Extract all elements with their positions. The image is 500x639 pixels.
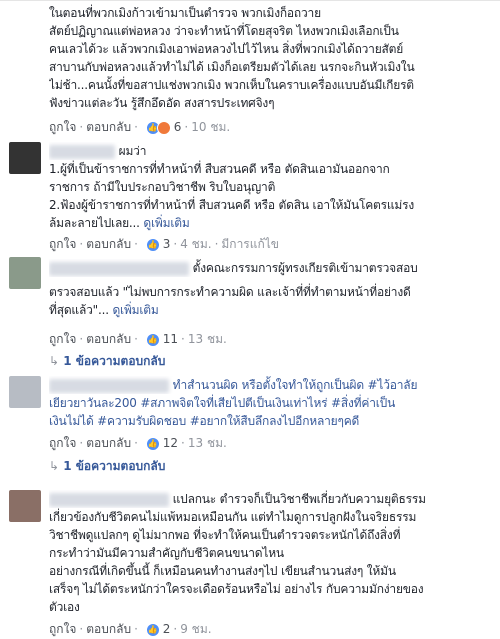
timestamp[interactable]: 10 ชม. xyxy=(191,120,230,134)
comment-line: 1.ผู้ที่เป็นข้าราชการที่ทำหน้าที่ สืบสวน… xyxy=(49,162,390,176)
timestamp[interactable]: 13 ชม. xyxy=(188,436,227,450)
comment-line: เกี่ยวข้องกับชีวิตคนไม่แพ้หมอเหมือนกัน แ… xyxy=(49,510,417,524)
comment-text: ตั้งคณะกรรมการผู้ทรงเกียรติเข้ามาตรวจสอบ… xyxy=(49,259,494,319)
comment-line: คนเลวได้วะ แล้วพวกเมิงเอาพ่อหลวงไปไว้ไหน… xyxy=(49,42,404,56)
reactions[interactable]: 👍 xyxy=(145,120,171,135)
reply-link[interactable]: ตอบกลับ xyxy=(86,332,131,346)
timestamp[interactable]: 9 ชม. xyxy=(180,622,211,636)
like-reaction-icon: 👍 xyxy=(145,237,160,252)
reaction-count: 6 xyxy=(173,120,182,134)
like-reaction-icon: 👍 xyxy=(145,332,160,347)
comment-line: อย่างกรณีที่เกิดขึ้นนี้ ก็เหมือนคนทำงานส… xyxy=(49,564,396,578)
reaction-count: 3 xyxy=(162,237,171,251)
comment-line: ล้มละลายไปเลย... xyxy=(49,216,140,230)
timestamp[interactable]: 4 ชม. xyxy=(180,237,211,251)
comment-line: 2.ฟ้องผู้ข้าราชการที่ทำหน้าที่ สืบสวนคดี… xyxy=(49,198,415,212)
commenter-name[interactable] xyxy=(49,378,169,393)
comment-line: กระทำว่ามันมีความสำคัญกับชีวิตคนขนาดไหน xyxy=(49,546,284,560)
comment-line: เยียวยาวันละ200 #สภาพจิตใจที่เสียไปตีเป็… xyxy=(49,396,396,410)
comment-actions: ถูกใจ · ตอบกลับ · 👍 3 · 4 ชม. · มีการแก้ไข xyxy=(49,237,279,252)
comment-actions: ถูกใจ · ตอบกลับ · 👍 11 · 13 ชม. xyxy=(49,332,227,347)
comment-first-line: ผมว่า xyxy=(118,144,147,158)
reaction-count: 12 xyxy=(162,436,179,450)
reply-link[interactable]: ตอบกลับ xyxy=(86,120,131,134)
avatar[interactable] xyxy=(9,257,41,289)
comment-line: ตัวเอง xyxy=(49,600,80,614)
reply-link[interactable]: ตอบกลับ xyxy=(86,622,131,636)
like-link[interactable]: ถูกใจ xyxy=(49,436,76,450)
comment-text: ทำสำนวนผิด หรือตั้งใจทำให้ถูกเป็นผิด #ไว… xyxy=(49,376,494,430)
see-more-link[interactable]: ดูเพิ่มเติม xyxy=(143,216,189,230)
comment-line: สาบานกับพ่อหลวงแล้วทำไม่ได้ เมิงก็อเตรีย… xyxy=(49,60,415,74)
comment-line: ไม่ช้า...คนนั้งที่ขอสาปแช่งพวกเมิง พวกเห… xyxy=(49,78,414,92)
reaction-count: 11 xyxy=(162,332,179,346)
like-reaction-icon: 👍 xyxy=(145,622,160,637)
edited-label[interactable]: มีการแก้ไข xyxy=(221,237,279,251)
comment-line: ตรวจสอบแล้ว "ไม่พบการกระทำความผิด และเจ้… xyxy=(49,285,411,299)
reaction-count: 2 xyxy=(162,622,171,636)
like-link[interactable]: ถูกใจ xyxy=(49,237,76,251)
comment-first-line: ทำสำนวนผิด หรือตั้งใจทำให้ถูกเป็นผิด #ไว… xyxy=(172,378,418,392)
commenter-name[interactable] xyxy=(49,144,115,159)
commenter-name[interactable] xyxy=(49,492,169,507)
view-replies-link[interactable]: ↳ 1 ข้อความตอบกลับ xyxy=(49,352,165,371)
angry-reaction-icon xyxy=(156,120,171,135)
comment-line: เสร็จๆ ไม่ได้ตระหนักว่าใครจะเดือดร้อนหรื… xyxy=(49,582,424,596)
reactions[interactable]: 👍 xyxy=(145,237,160,252)
like-reaction-icon: 👍 xyxy=(145,436,160,451)
comment-line: วิชาชีพดูแปลกๆ ดูไม่มากพอ ที่จะทำให้คนเป… xyxy=(49,528,401,542)
like-link[interactable]: ถูกใจ xyxy=(49,622,76,636)
comment-actions: ถูกใจ · ตอบกลับ · 👍 2 · 9 ชม. xyxy=(49,622,212,637)
comment-line: ในตอนที่พวกเมิงก้าวเข้ามาเป็นตำรวจ พวกเม… xyxy=(49,6,321,20)
comment-line: ที่สุดแล้ว"... xyxy=(49,303,109,317)
like-link[interactable]: ถูกใจ xyxy=(49,120,76,134)
reply-link[interactable]: ตอบกลับ xyxy=(86,436,131,450)
avatar[interactable] xyxy=(9,376,41,408)
reactions[interactable]: 👍 xyxy=(145,436,160,451)
top-divider xyxy=(0,0,500,1)
reply-arrow-icon: ↳ xyxy=(49,354,60,368)
comment-text: ผมว่า 1.ผู้ที่เป็นข้าราชการที่ทำหน้าที่ … xyxy=(49,142,494,232)
comment-line: เงินไม่ได้ #ความรับผิดชอบ #อยากให้สืบลึก… xyxy=(49,414,360,428)
comment-first-line: แปลกนะ ตำรวจก็เป็นวิชาชีพเกี่ยวกับความยุ… xyxy=(172,492,426,506)
comment-line: ฟังข่าวแต่ละวัน รู้สึกอึดอัด สงสารประเทศ… xyxy=(49,96,275,110)
avatar[interactable] xyxy=(9,490,41,522)
comment-line: ราชการ ถ้ามีใบประกอบวิชาชีพ ริบใบอนุญาติ xyxy=(49,180,276,194)
comment-actions: ถูกใจ · ตอบกลับ · 👍 6 · 10 ชม. xyxy=(49,120,231,135)
see-more-link[interactable]: ดูเพิ่มเติม xyxy=(112,303,158,317)
comment-text: ในตอนที่พวกเมิงก้าวเข้ามาเป็นตำรวจ พวกเม… xyxy=(49,4,494,112)
reply-arrow-icon: ↳ xyxy=(49,459,60,473)
comment-line: สัตย์ปฏิญาณแต่พ่อหลวง ว่าจะทำหน้าที่โดยส… xyxy=(49,24,399,38)
comment-first-line: ตั้งคณะกรรมการผู้ทรงเกียรติเข้ามาตรวจสอบ xyxy=(192,261,418,275)
comment-actions: ถูกใจ · ตอบกลับ · 👍 12 · 13 ชม. xyxy=(49,436,227,451)
reactions[interactable]: 👍 xyxy=(145,332,160,347)
reactions[interactable]: 👍 xyxy=(145,622,160,637)
comment-text: แปลกนะ ตำรวจก็เป็นวิชาชีพเกี่ยวกับความยุ… xyxy=(49,490,494,616)
avatar[interactable] xyxy=(9,142,41,174)
reply-link[interactable]: ตอบกลับ xyxy=(86,237,131,251)
commenter-name[interactable] xyxy=(49,261,189,276)
like-link[interactable]: ถูกใจ xyxy=(49,332,76,346)
view-replies-link[interactable]: ↳ 1 ข้อความตอบกลับ xyxy=(49,457,165,476)
timestamp[interactable]: 13 ชม. xyxy=(188,332,227,346)
